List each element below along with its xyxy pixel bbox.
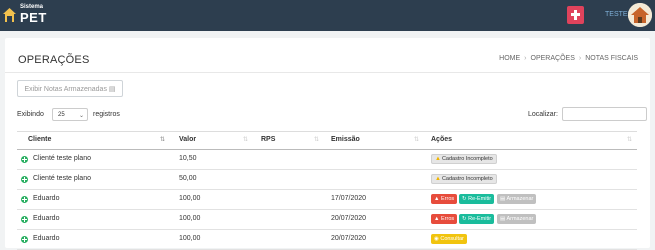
reissue-label: Re-Emitir (468, 196, 492, 202)
refresh-icon: ↻ (462, 196, 467, 202)
cell-emissao: 20/07/2020 (331, 235, 367, 242)
badge-label: Cadastro Incompleto (441, 156, 493, 162)
logo-text-big: PET (20, 10, 47, 25)
table-row[interactable]: Eduardo 100,00 17/07/2020 ▲ Erros ↻ Re-E… (17, 190, 637, 210)
errors-label: Erros (440, 216, 455, 222)
breadcrumb-home[interactable]: HOME (499, 55, 520, 62)
badge-label: Cadastro Incompleto (441, 176, 493, 182)
top-navbar: Sistema PET TESTE2 (0, 0, 655, 31)
page-size-select[interactable]: 25 ⌄ (52, 108, 88, 121)
header-rps[interactable]: RPS (261, 136, 275, 143)
incomplete-registration-badge[interactable]: ▲Cadastro Incompleto (431, 174, 497, 184)
user-avatar[interactable] (628, 3, 652, 27)
expand-row-icon[interactable] (21, 176, 28, 183)
cell-cliente: Eduardo (33, 195, 60, 202)
sort-icon[interactable]: ⇅ (414, 136, 419, 143)
table-row[interactable]: Eduardo 100,00 20/07/2020 ◉ Consultar (17, 230, 637, 250)
breadcrumb-separator: › (578, 55, 582, 62)
incomplete-registration-badge[interactable]: ▲Cadastro Incompleto (431, 154, 497, 164)
expand-row-icon[interactable] (21, 156, 28, 163)
errors-label: Erros (440, 196, 455, 202)
table-header: Cliente ⇅ Valor ⇅ RPS ⇅ Emissão ⇅ Ações … (17, 131, 637, 150)
cell-valor: 100,00 (179, 195, 201, 202)
sort-icon[interactable]: ⇅ (627, 136, 632, 143)
house-logo-icon (3, 8, 16, 22)
header-divider (5, 72, 650, 73)
reissue-label: Re-Emitir (468, 216, 492, 222)
chevron-down-icon: ⌄ (78, 113, 84, 119)
search-label: Localizar: (528, 111, 558, 118)
table-row[interactable]: Clienté teste plano 10,50 ▲Cadastro Inco… (17, 150, 637, 170)
show-label: Exibindo (17, 111, 44, 118)
breadcrumb-separator: › (524, 55, 527, 62)
operations-table: Cliente ⇅ Valor ⇅ RPS ⇅ Emissão ⇅ Ações … (17, 131, 637, 250)
app-logo[interactable]: Sistema PET (3, 3, 48, 27)
header-cliente[interactable]: Cliente (28, 136, 51, 143)
reissue-button[interactable]: ↻ Re-Emitir (459, 194, 495, 204)
cell-cliente: Eduardo (33, 235, 60, 242)
store-label: Armazenar (506, 216, 534, 222)
expand-row-icon[interactable] (21, 216, 28, 223)
plus-icon-bar (571, 13, 580, 16)
sort-asc-icon[interactable]: ⇅ (160, 136, 165, 143)
records-label: registros (93, 111, 120, 118)
cell-valor: 10,50 (179, 155, 197, 162)
breadcrumb-operacoes[interactable]: OPERAÇÕES (531, 55, 575, 62)
show-stored-notes-label: Exibir Notas Armazenadas (24, 86, 107, 93)
store-button[interactable]: ▤ Armazenar (497, 214, 537, 224)
breadcrumb: HOME › OPERAÇÕES › NOTAS FISCAIS (499, 55, 638, 62)
warning-icon: ▲ (435, 156, 441, 162)
cell-emissao: 20/07/2020 (331, 215, 367, 222)
page-size-value: 25 (58, 112, 65, 118)
archive-icon: ▤ (108, 86, 116, 93)
page-title: OPERAÇÕES (18, 54, 90, 66)
warning-icon: ▲ (435, 176, 441, 182)
consult-label: Consultar (440, 236, 464, 242)
expand-row-icon[interactable] (21, 236, 28, 243)
store-button[interactable]: ▤ Armazenar (497, 194, 537, 204)
header-emissao[interactable]: Emissão (331, 136, 360, 143)
table-row[interactable]: Eduardo 100,00 20/07/2020 ▲ Erros ↻ Re-E… (17, 210, 637, 230)
avatar-house-icon (628, 3, 652, 27)
table-row[interactable]: Clienté teste plano 50,00 ▲Cadastro Inco… (17, 170, 637, 190)
errors-button[interactable]: ▲ Erros (431, 194, 458, 204)
cell-valor: 50,00 (179, 175, 197, 182)
cell-valor: 100,00 (179, 215, 201, 222)
errors-button[interactable]: ▲ Erros (431, 214, 458, 224)
header-valor[interactable]: Valor (179, 136, 196, 143)
reissue-button[interactable]: ↻ Re-Emitir (459, 214, 495, 224)
refresh-icon: ↻ (462, 216, 467, 222)
store-label: Armazenar (506, 196, 534, 202)
archive-icon: ▤ (500, 216, 506, 222)
cell-cliente: Clienté teste plano (33, 155, 91, 162)
show-stored-notes-button[interactable]: Exibir Notas Armazenadas ▤ (17, 80, 123, 97)
cell-valor: 100,00 (179, 235, 201, 242)
add-button[interactable] (567, 6, 584, 24)
cell-cliente: Eduardo (33, 215, 60, 222)
cell-emissao: 17/07/2020 (331, 195, 367, 202)
warning-icon: ▲ (434, 196, 440, 202)
warning-icon: ▲ (434, 216, 440, 222)
sort-icon[interactable]: ⇅ (243, 136, 248, 143)
breadcrumb-notas-fiscais: NOTAS FISCAIS (585, 55, 638, 62)
cell-cliente: Clienté teste plano (33, 175, 91, 182)
archive-icon: ▤ (500, 196, 506, 202)
header-acoes[interactable]: Ações (431, 136, 452, 143)
operations-panel: OPERAÇÕES HOME › OPERAÇÕES › NOTAS FISCAIS E… (5, 38, 650, 250)
expand-row-icon[interactable] (21, 196, 28, 203)
eye-icon: ◉ (434, 236, 439, 242)
search-input[interactable] (562, 107, 647, 121)
sort-icon[interactable]: ⇅ (314, 136, 319, 143)
